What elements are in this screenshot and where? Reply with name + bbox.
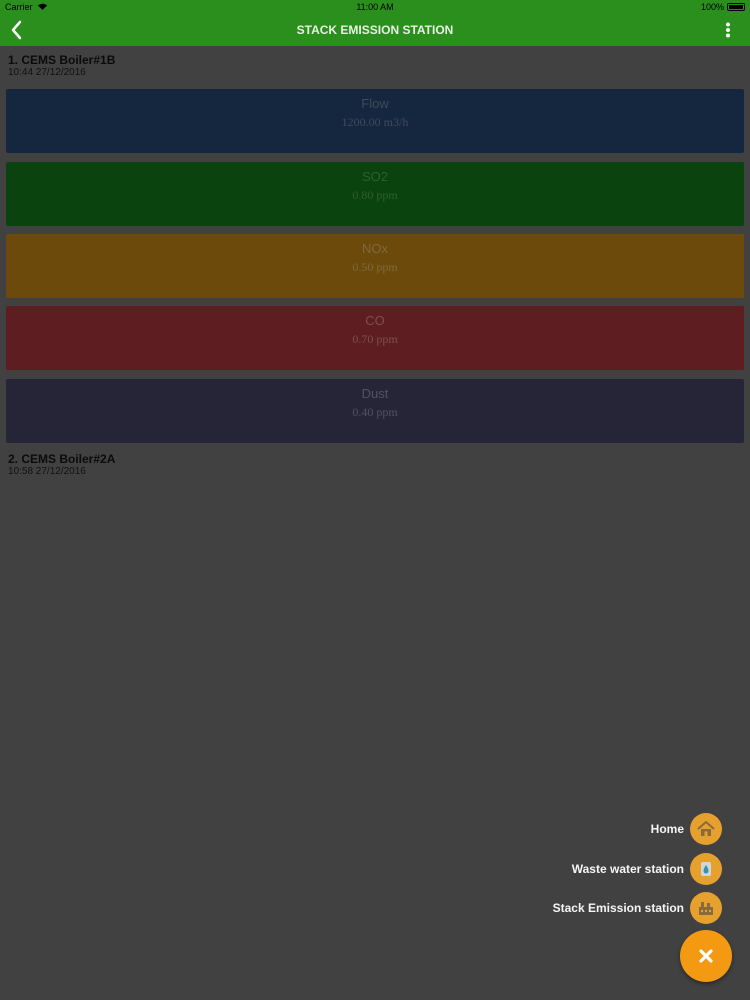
fab-item-label: Waste water station (571, 862, 684, 876)
reading-value: 0.50 ppm (352, 260, 398, 274)
reading-label: SO2 (361, 169, 388, 184)
reading-card-co[interactable]: CO 0.70 ppm (6, 306, 744, 370)
reading-label: NOx (362, 241, 388, 256)
water-drop-icon[interactable] (690, 853, 722, 885)
status-bar: Carrier 11:00 AM 100% (0, 0, 750, 14)
home-icon-glyph (697, 821, 715, 836)
station-header[interactable]: 1. CEMS Boiler#1B 10:44 27/12/2016 (8, 53, 115, 79)
station-name: 2. CEMS Boiler#2A (8, 452, 116, 466)
fab-menu-item-home[interactable]: Home (651, 813, 722, 845)
station-timestamp: 10:44 27/12/2016 (8, 67, 86, 78)
station-timestamp: 10:58 27/12/2016 (8, 466, 86, 477)
more-vertical-icon (726, 22, 730, 38)
fab-item-label: Home (650, 822, 684, 836)
home-icon[interactable] (690, 813, 722, 845)
close-icon (699, 949, 713, 963)
reading-label: CO (365, 313, 385, 328)
reading-card-flow[interactable]: Flow 1200.00 m3/h (6, 89, 744, 153)
water-drop-icon-glyph (701, 862, 711, 876)
factory-icon[interactable] (690, 892, 722, 924)
reading-card-so2[interactable]: SO2 0.80 ppm (6, 162, 744, 226)
fab-item-label: Stack Emission station (552, 901, 684, 915)
page-title: STACK EMISSION STATION (296, 23, 454, 37)
fab-menu-item-waste-water[interactable]: Waste water station (572, 853, 722, 885)
station-header[interactable]: 2. CEMS Boiler#2A 10:58 27/12/2016 (8, 452, 115, 478)
battery-percent: 100% (700, 2, 724, 12)
battery-icon (727, 3, 745, 11)
reading-label: Dust (361, 386, 389, 401)
factory-icon-glyph (699, 902, 713, 915)
reading-value: 0.70 ppm (352, 332, 398, 346)
reading-label: Flow (361, 96, 389, 111)
fab-menu-item-stack-emission[interactable]: Stack Emission station (553, 892, 722, 924)
reading-value: 1200.00 m3/h (341, 115, 409, 129)
reading-value: 0.40 ppm (352, 405, 398, 419)
clock: 11:00 AM (356, 2, 394, 12)
reading-card-nox[interactable]: NOx 0.50 ppm (6, 234, 744, 298)
reading-value: 0.80 ppm (352, 188, 398, 202)
battery-indicator: 100% (701, 0, 745, 14)
reading-card-dust[interactable]: Dust 0.40 ppm (6, 379, 744, 443)
station-name: 1. CEMS Boiler#1B (8, 53, 116, 67)
more-menu-button[interactable] (724, 22, 732, 38)
nav-bar: STACK EMISSION STATION (0, 14, 750, 46)
fab-close-button[interactable] (680, 930, 732, 982)
